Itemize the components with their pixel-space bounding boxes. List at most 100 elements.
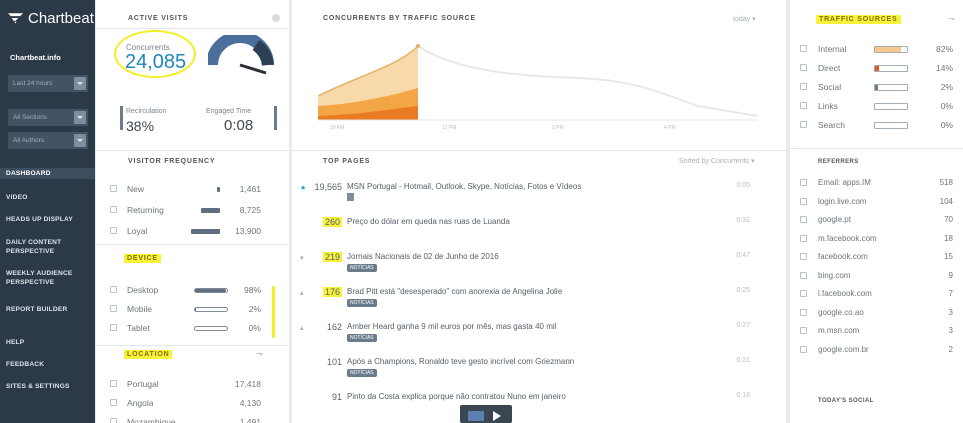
- visitor-frequency-title: Visitor Frequency: [128, 158, 216, 165]
- sections-select[interactable]: All Sections: [8, 109, 88, 126]
- page-concurrents: 260: [322, 217, 342, 227]
- row-checkbox[interactable]: [800, 102, 807, 109]
- referrer-label[interactable]: m.facebook.com: [818, 234, 877, 243]
- row-checkbox[interactable]: [800, 308, 807, 316]
- engaged-time-label: Engaged Time: [206, 108, 252, 115]
- source-label: Search: [818, 120, 845, 130]
- row-checkbox[interactable]: [800, 121, 807, 128]
- device-bar: [194, 307, 228, 312]
- row-checkbox[interactable]: [800, 345, 807, 353]
- row-checkbox[interactable]: [800, 234, 807, 242]
- chevron-down-icon: [74, 77, 86, 90]
- engaged-time-value: 0:18: [736, 392, 750, 399]
- referrer-label[interactable]: login.live.com: [818, 197, 866, 206]
- site-name: Chartbeat.info: [10, 53, 61, 62]
- row-checkbox[interactable]: [110, 206, 117, 213]
- referrer-label[interactable]: l.facebook.com: [818, 289, 872, 298]
- row-checkbox[interactable]: [800, 216, 807, 223]
- engaged-time-value: 0:25: [736, 287, 750, 294]
- sidebar-item-report-builder[interactable]: Report Builder: [0, 305, 67, 314]
- row-checkbox[interactable]: [110, 418, 117, 423]
- location-value: 17,418: [235, 379, 261, 389]
- referrer-label[interactable]: google.co.ao: [818, 308, 864, 317]
- sidebar-item-help[interactable]: Help: [0, 338, 24, 347]
- page-title-link[interactable]: Brad Pitt está "desesperado" com anorexi…: [347, 287, 562, 296]
- engagement-gauge: [208, 35, 274, 75]
- row-checkbox[interactable]: [110, 399, 117, 406]
- source-bar: [874, 65, 908, 72]
- location-menu-icon[interactable]: ⇁: [256, 349, 263, 358]
- referrer-value: 15: [944, 252, 953, 261]
- sidebar-item-sites-settings[interactable]: Sites & Settings: [0, 382, 70, 391]
- page-title-link[interactable]: Amber Heard ganha 9 mil euros por mês, m…: [347, 322, 556, 331]
- top-page-row[interactable]: 91 Pinto da Costa explica porque não cont…: [292, 392, 782, 423]
- page-title-link[interactable]: Preço do dólar em queda nas ruas de Luan…: [347, 217, 510, 226]
- referrer-label[interactable]: facebook.com: [818, 252, 868, 261]
- referrer-label[interactable]: google.pt: [818, 215, 851, 224]
- video-overlay-control[interactable]: [460, 405, 512, 423]
- referrer-value: 18: [944, 233, 953, 243]
- row-checkbox[interactable]: [110, 227, 117, 234]
- top-page-row[interactable]: 260 Preço do dólar em queda nas ruas de L…: [292, 217, 782, 249]
- row-checkbox[interactable]: [800, 197, 807, 205]
- row-checkbox[interactable]: [800, 64, 807, 71]
- referrer-label[interactable]: Email: apps.IM: [818, 178, 871, 187]
- row-checkbox[interactable]: [110, 380, 117, 387]
- frequency-value: 1,461: [239, 184, 261, 194]
- page-title-link[interactable]: Pinto da Costa explica porque não contra…: [347, 392, 566, 401]
- page-title-link[interactable]: MSN Portugal - Hotmail, Outlook, Skype, …: [347, 182, 581, 191]
- sort-select[interactable]: Sorted by Concurrents ▾: [679, 157, 755, 165]
- source-label: Links: [818, 101, 838, 111]
- sidebar-item-feedback[interactable]: Feedback: [0, 360, 44, 369]
- traffic-sources-menu-icon[interactable]: ⇁: [948, 14, 955, 23]
- device-value: 0%: [248, 323, 261, 333]
- referrer-label[interactable]: google.com.br: [818, 345, 869, 354]
- date-range-select[interactable]: Last 24 hours: [8, 75, 88, 92]
- sidebar-item-dashboard[interactable]: Dashboard: [0, 168, 95, 179]
- chartbeat-logo-icon: [7, 13, 24, 24]
- row-checkbox[interactable]: [800, 253, 807, 260]
- settings-icon[interactable]: [272, 14, 280, 22]
- sidebar: Chartbeat Chartbeat.info Last 24 hours A…: [0, 0, 95, 423]
- row-checkbox[interactable]: [110, 286, 117, 293]
- frequency-value: 13,900: [235, 226, 261, 236]
- frequency-bar: [191, 229, 220, 234]
- top-page-row[interactable]: ▴ 162 Amber Heard ganha 9 mil euros por mê…: [292, 322, 782, 354]
- recirculation-bar: [120, 106, 123, 130]
- row-checkbox[interactable]: [800, 271, 807, 279]
- referrer-value: 3: [948, 326, 953, 335]
- referrer-value: 9: [948, 270, 953, 280]
- referrer-value: 70: [944, 215, 953, 224]
- sidebar-item-heads-up-display[interactable]: Heads Up Display: [0, 215, 73, 224]
- location-value: 1,491: [239, 417, 261, 423]
- row-checkbox[interactable]: [800, 327, 807, 334]
- logo[interactable]: Chartbeat: [0, 0, 95, 36]
- concurrents-value: 24,085: [125, 51, 187, 73]
- sidebar-item-weekly-audience-perspective[interactable]: Weekly Audience Perspective: [0, 269, 88, 287]
- video-thumbnail-icon: [468, 411, 484, 421]
- range-select[interactable]: today ▾: [733, 15, 756, 23]
- section-badge: Notícias: [347, 299, 377, 307]
- top-page-row[interactable]: ▾ 219 Jornais Nacionais de 02 de Junho de …: [292, 252, 782, 284]
- page-title-link[interactable]: Jornais Nacionais de 02 de Junho de 2016: [347, 252, 499, 261]
- source-label: Direct: [818, 63, 841, 73]
- row-checkbox[interactable]: [110, 305, 117, 312]
- authors-select[interactable]: All Authors: [8, 132, 88, 149]
- traffic-sources-title: Traffic Sources: [816, 15, 901, 24]
- row-checkbox[interactable]: [110, 324, 117, 331]
- row-checkbox[interactable]: [800, 45, 807, 52]
- referrer-label[interactable]: bing.com: [818, 271, 850, 280]
- sidebar-item-video[interactable]: Video: [0, 193, 28, 202]
- row-checkbox[interactable]: [800, 179, 807, 186]
- referrer-label[interactable]: m.msn.com: [818, 326, 859, 335]
- row-checkbox[interactable]: [110, 185, 117, 192]
- row-checkbox[interactable]: [800, 290, 807, 297]
- referrer-value: 3: [948, 307, 953, 317]
- page-title-link[interactable]: Após a Champions, Ronaldo teve gesto inc…: [347, 357, 574, 366]
- date-range-value: Last 24 hours: [13, 80, 53, 87]
- top-page-row[interactable]: 101 Após a Champions, Ronaldo teve gesto …: [292, 357, 782, 389]
- top-page-row[interactable]: ▴ 176 Brad Pitt está "desesperado" com ano…: [292, 287, 782, 319]
- row-checkbox[interactable]: [800, 83, 807, 90]
- sidebar-item-daily-content-perspective[interactable]: Daily Content Perspective: [0, 238, 80, 256]
- top-page-row[interactable]: ★ 19,565 MSN Portugal - Hotmail, Outlook, …: [292, 182, 782, 214]
